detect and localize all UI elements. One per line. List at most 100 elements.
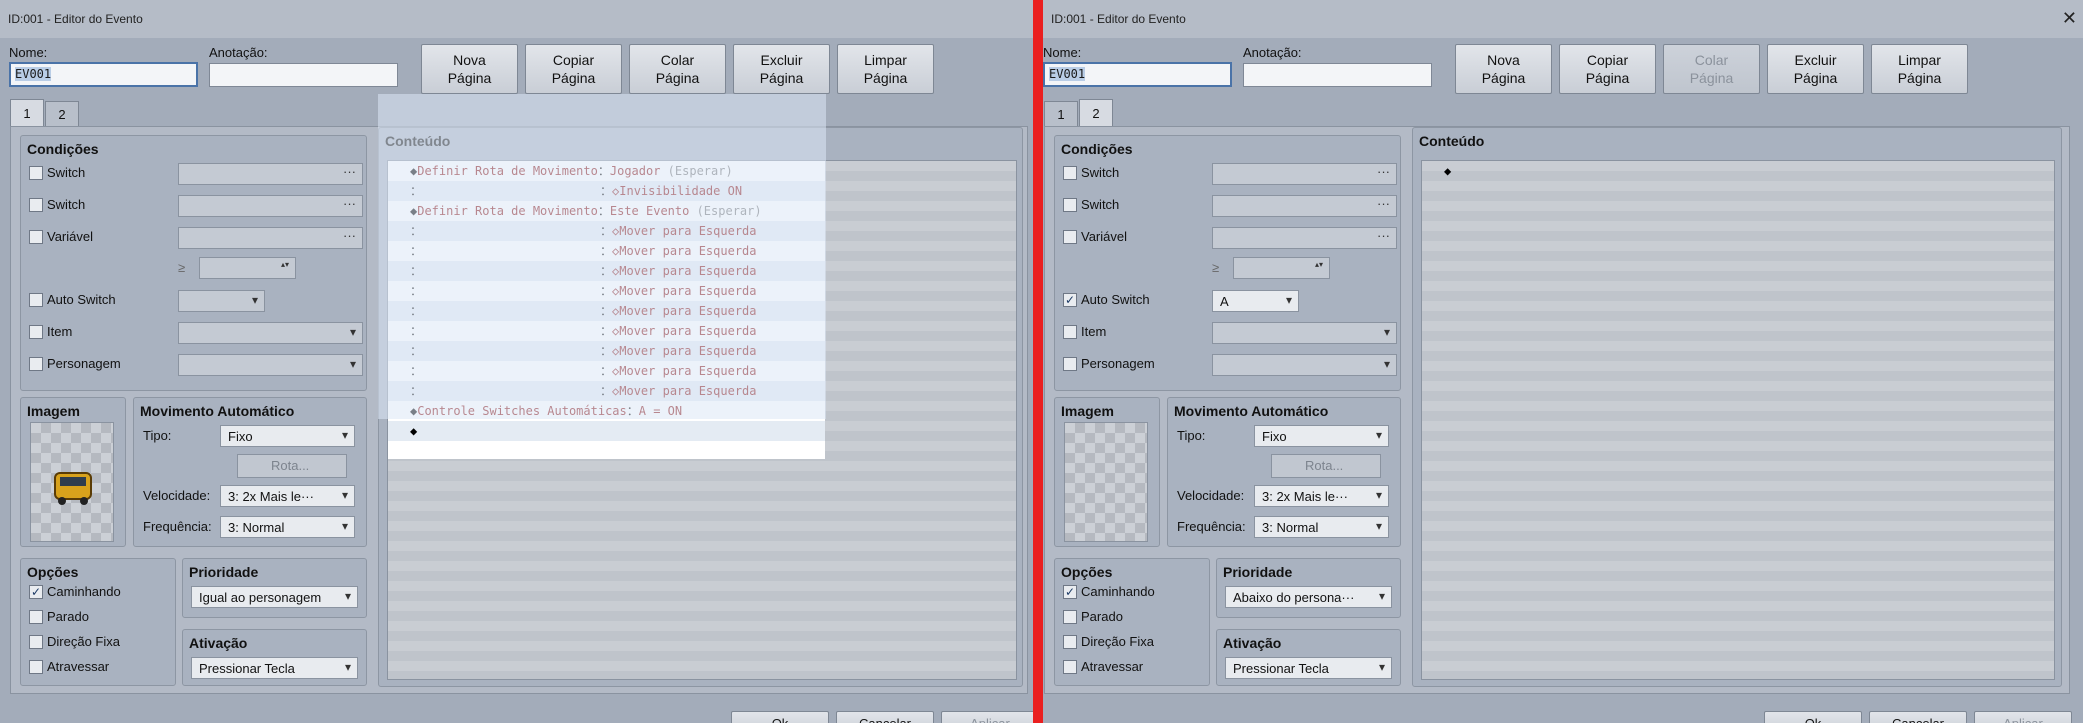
through-checkbox[interactable] bbox=[1063, 660, 1077, 674]
character-select[interactable]: ▾ bbox=[178, 354, 363, 376]
walking-checkbox[interactable]: ✓ bbox=[1063, 585, 1077, 599]
command-line[interactable]: ：：◇Mover para Esquerda bbox=[410, 241, 757, 261]
command-line[interactable]: ：：◇Mover para Esquerda bbox=[410, 381, 757, 401]
priority-select[interactable]: Abaixo do persona··· ▾ bbox=[1225, 586, 1392, 608]
character-checkbox[interactable] bbox=[29, 357, 43, 371]
command-line[interactable]: ◆Definir Rota de Movimento：Este Evento (… bbox=[410, 201, 762, 221]
through-checkbox[interactable] bbox=[29, 660, 43, 674]
variable-value-spinner[interactable]: ▴▾ bbox=[1233, 257, 1330, 279]
cancel-button[interactable]: Cancelar bbox=[1869, 711, 1967, 723]
item-select[interactable]: ▾ bbox=[1212, 322, 1397, 344]
command-line[interactable]: ：：◇Mover para Esquerda bbox=[410, 301, 757, 321]
switch2-field[interactable]: ··· bbox=[178, 195, 363, 217]
clear-page-button[interactable]: Limpar Página bbox=[1871, 44, 1968, 94]
switch1-checkbox[interactable] bbox=[29, 166, 43, 180]
switch2-checkbox[interactable] bbox=[29, 198, 43, 212]
paste-page-button[interactable]: Colar Página bbox=[1663, 44, 1760, 94]
command-line[interactable]: ：：◇Invisibilidade ON bbox=[410, 181, 742, 201]
auto-switch-checkbox[interactable]: ✓ bbox=[1063, 293, 1077, 307]
delete-page-button[interactable]: Excluir Página bbox=[733, 44, 830, 94]
speed-select[interactable]: 3: 2x Mais le··· ▾ bbox=[1254, 485, 1389, 507]
command-line[interactable]: ：：◇Mover para Esquerda bbox=[410, 341, 757, 361]
walking-label: Caminhando bbox=[47, 584, 121, 599]
item-checkbox[interactable] bbox=[29, 325, 43, 339]
command-line[interactable]: ：：◇Mover para Esquerda bbox=[410, 281, 757, 301]
content-group: Conteúdo ◆Definir Rota de Movimento：Joga… bbox=[378, 127, 1023, 687]
character-checkbox[interactable] bbox=[1063, 357, 1077, 371]
cancel-button[interactable]: Cancelar bbox=[836, 711, 934, 723]
name-label: Nome: bbox=[1043, 45, 1082, 60]
command-line[interactable]: ：：◇Mover para Esquerda bbox=[410, 321, 757, 341]
command-line[interactable]: ◆ bbox=[410, 421, 417, 441]
title-bar: ID:001 - Editor do Evento ✕ bbox=[1043, 0, 2083, 38]
fixed-direction-checkbox[interactable] bbox=[29, 635, 43, 649]
chevron-down-icon: ▾ bbox=[349, 357, 356, 371]
auto-switch-select[interactable]: ▾ bbox=[178, 290, 265, 312]
walking-checkbox[interactable]: ✓ bbox=[29, 585, 43, 599]
tab-page-2[interactable]: 2 bbox=[1079, 99, 1113, 126]
note-input[interactable] bbox=[209, 63, 398, 87]
command-line[interactable]: ：：◇Mover para Esquerda bbox=[410, 261, 757, 281]
tab-page-2[interactable]: 2 bbox=[45, 101, 79, 126]
frequency-select[interactable]: 3: Normal ▾ bbox=[220, 516, 355, 538]
variable-field[interactable]: ··· bbox=[178, 227, 363, 249]
event-graphic[interactable] bbox=[30, 422, 114, 542]
apply-button[interactable]: Aplicar bbox=[1974, 711, 2072, 723]
auto-switch-select[interactable]: A ▾ bbox=[1212, 290, 1299, 312]
event-graphic[interactable] bbox=[1064, 422, 1148, 542]
dots-icon: ··· bbox=[343, 228, 356, 243]
dots-icon: ··· bbox=[1377, 228, 1390, 243]
name-input[interactable]: EV001 bbox=[1043, 62, 1232, 87]
speed-select[interactable]: 3: 2x Mais le··· ▾ bbox=[220, 485, 355, 507]
new-page-button[interactable]: Nova Página bbox=[421, 44, 518, 94]
chevron-down-icon: ▾ bbox=[341, 519, 348, 533]
character-select[interactable]: ▾ bbox=[1212, 354, 1397, 376]
route-button[interactable]: Rota... bbox=[237, 454, 347, 478]
command-line[interactable]: ：：◇Mover para Esquerda bbox=[410, 361, 757, 381]
switch2-field[interactable]: ··· bbox=[1212, 195, 1397, 217]
new-page-button[interactable]: Nova Página bbox=[1455, 44, 1552, 94]
copy-page-button[interactable]: Copiar Página bbox=[525, 44, 622, 94]
priority-title: Prioridade bbox=[189, 564, 259, 580]
delete-page-button[interactable]: Excluir Página bbox=[1767, 44, 1864, 94]
item-select[interactable]: ▾ bbox=[178, 322, 363, 344]
switch1-field[interactable]: ··· bbox=[178, 163, 363, 185]
type-select[interactable]: Fixo ▾ bbox=[1254, 425, 1389, 447]
clear-page-button[interactable]: Limpar Página bbox=[837, 44, 934, 94]
switch1-checkbox[interactable] bbox=[1063, 166, 1077, 180]
ok-button[interactable]: Ok bbox=[731, 711, 829, 723]
item-checkbox[interactable] bbox=[1063, 325, 1077, 339]
tab-page-1[interactable]: 1 bbox=[1044, 101, 1078, 126]
priority-select[interactable]: Igual ao personagem ▾ bbox=[191, 586, 358, 608]
copy-page-button[interactable]: Copiar Página bbox=[1559, 44, 1656, 94]
variable-checkbox[interactable] bbox=[29, 230, 43, 244]
command-line[interactable]: ◆Controle Switches Automáticas：A = ON bbox=[410, 401, 682, 421]
window-title: ID:001 - Editor do Evento bbox=[8, 12, 143, 26]
name-input[interactable]: EV001 bbox=[9, 62, 198, 87]
apply-button[interactable]: Aplicar bbox=[941, 711, 1033, 723]
type-select[interactable]: Fixo ▾ bbox=[220, 425, 355, 447]
event-command-list[interactable]: ◆Definir Rota de Movimento：Jogador (Espe… bbox=[387, 160, 1017, 680]
paste-page-button[interactable]: Colar Página bbox=[629, 44, 726, 94]
close-icon[interactable]: ✕ bbox=[2062, 8, 2077, 29]
trigger-select[interactable]: Pressionar Tecla ▾ bbox=[191, 657, 358, 679]
event-command-list[interactable]: ◆ bbox=[1421, 160, 2055, 680]
switch1-field[interactable]: ··· bbox=[1212, 163, 1397, 185]
switch2-checkbox[interactable] bbox=[1063, 198, 1077, 212]
command-line[interactable]: ：：◇Mover para Esquerda bbox=[410, 221, 757, 241]
tab-page-1[interactable]: 1 bbox=[10, 99, 44, 126]
frequency-select[interactable]: 3: Normal ▾ bbox=[1254, 516, 1389, 538]
command-line[interactable]: ◆Definir Rota de Movimento：Jogador (Espe… bbox=[410, 161, 733, 181]
stopped-checkbox[interactable] bbox=[29, 610, 43, 624]
ok-button[interactable]: Ok bbox=[1764, 711, 1862, 723]
variable-field[interactable]: ··· bbox=[1212, 227, 1397, 249]
route-button[interactable]: Rota... bbox=[1271, 454, 1381, 478]
variable-value-spinner[interactable]: ▴▾ bbox=[199, 257, 296, 279]
auto-switch-checkbox[interactable] bbox=[29, 293, 43, 307]
fixed-direction-checkbox[interactable] bbox=[1063, 635, 1077, 649]
variable-checkbox[interactable] bbox=[1063, 230, 1077, 244]
note-input[interactable] bbox=[1243, 63, 1432, 87]
trigger-select[interactable]: Pressionar Tecla ▾ bbox=[1225, 657, 1392, 679]
movement-title: Movimento Automático bbox=[140, 403, 295, 419]
stopped-checkbox[interactable] bbox=[1063, 610, 1077, 624]
